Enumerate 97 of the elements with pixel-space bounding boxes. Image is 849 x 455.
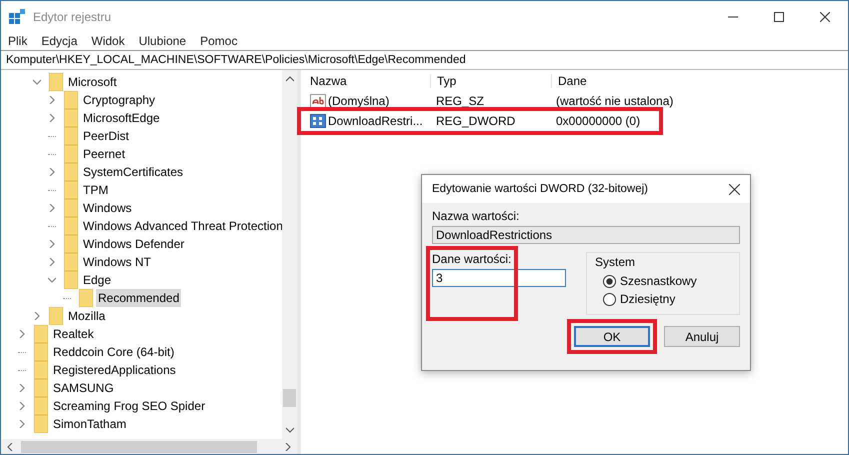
field-label: Dane wartości: [432,252,512,266]
group-title: System [595,255,636,269]
close-icon[interactable] [729,184,740,194]
value-row[interactable]: (Domyślna) REG_SZ (wartość nie ustalona) [307,92,848,110]
folder-icon [64,91,78,109]
value-data: (wartość nie ustalona) [556,94,674,108]
address-bar[interactable]: Komputer\HKEY_LOCAL_MACHINE\SOFTWARE\Policies\Microsoft\Edge\Recommended [1,50,848,70]
tree-item[interactable]: Reddcoin Core (64-bit) [51,343,176,361]
folder-icon [64,127,78,145]
tree-item[interactable]: SAMSUNG [51,379,116,397]
tree-item[interactable]: Screaming Frog SEO Spider [51,397,208,415]
folder-icon [34,343,48,361]
folder-icon [64,271,78,289]
tree-item[interactable]: Peernet [81,145,128,163]
radio-button[interactable] [603,274,616,288]
tree-item[interactable]: Edge [81,271,114,289]
radio-label[interactable]: Szesnastkowy [620,274,697,288]
value-type: REG_DWORD [436,114,516,128]
tree-item[interactable]: Windows [81,199,134,217]
window-title: Edytor rejestru [33,10,112,24]
tree-item[interactable]: Recommended [96,289,182,307]
field-label: Nazwa wartości: [432,209,520,223]
chevron-icon[interactable] [48,114,56,122]
tree-item[interactable]: MicrosoftEdge [81,109,162,127]
tree-item[interactable]: Microsoft [66,73,119,91]
tree-item[interactable]: Windows NT [81,253,154,271]
dialog-button[interactable]: OK [574,326,650,347]
scroll-up-icon[interactable] [286,76,294,82]
menu-item[interactable]: Pomoc [200,34,238,48]
folder-icon [64,235,78,253]
maximize-icon[interactable] [774,12,784,22]
tree-item[interactable]: RegisteredApplications [51,361,178,379]
scroll-left-icon[interactable] [7,442,13,450]
tree-item[interactable]: TPM [81,181,110,199]
chevron-icon[interactable] [48,168,56,176]
value-data: 0x00000000 (0) [556,114,640,128]
scrollbar-thumb[interactable] [283,389,296,407]
binary-value-icon [310,114,326,128]
menu-item[interactable]: Widok [91,34,125,48]
horizontal-scrollbar[interactable] [1,439,297,454]
folder-icon [34,379,48,397]
chevron-icon[interactable] [18,402,26,410]
menu-item[interactable]: Ulubione [138,34,186,48]
string-value-icon [310,94,326,108]
value-data-field[interactable]: 3 [432,269,566,287]
column-header[interactable]: Dane [558,74,587,88]
chevron-icon[interactable] [18,384,26,392]
menu-item[interactable]: Plik [8,34,28,48]
tree-item[interactable]: SimonTatham [51,415,128,433]
folder-icon [64,199,78,217]
value-name: DownloadRestri... [328,114,423,128]
folder-icon [64,181,78,199]
scroll-right-icon[interactable] [285,442,291,450]
value-name: (Domyślna) [328,94,390,108]
tree-item[interactable]: PeerDist [81,127,132,145]
chevron-icon[interactable] [33,312,41,320]
column-header[interactable]: Nazwa [307,74,431,88]
value-type: REG_SZ [436,94,486,108]
folder-icon [64,253,78,271]
column-header[interactable]: Typ [437,74,552,88]
value-name-field[interactable]: DownloadRestrictions [432,226,740,244]
chevron-icon[interactable] [48,258,56,266]
folder-icon [34,325,48,343]
folder-icon [49,73,63,91]
tree-item[interactable]: Mozilla [66,307,108,325]
chevron-icon[interactable] [48,276,56,284]
chevron-icon[interactable] [18,330,26,338]
folder-icon [64,217,78,235]
registry-icon [9,8,25,24]
folder-icon [34,415,48,433]
folder-icon [64,109,78,127]
scrollbar-thumb[interactable] [21,440,257,452]
dialog-title: Edytowanie wartości DWORD (32-bitowej) [432,183,648,195]
close-icon[interactable] [820,12,830,22]
vertical-scrollbar[interactable] [282,70,297,439]
radio-label[interactable]: Dziesiętny [620,292,676,306]
menu-item[interactable]: Edycja [41,34,78,48]
tree-item[interactable]: Windows Advanced Threat Protection [81,217,285,235]
folder-icon [79,289,93,307]
folder-icon [34,397,48,415]
highlighted-row[interactable]: DownloadRestri... REG_DWORD 0x00000000 (0) [302,112,658,130]
chevron-icon[interactable] [48,240,56,248]
chevron-icon[interactable] [48,204,56,212]
folder-icon [34,361,48,379]
chevron-icon[interactable] [48,96,56,104]
chevron-icon[interactable] [33,78,41,86]
folder-icon [49,307,63,325]
chevron-icon[interactable] [18,420,26,428]
tree-item[interactable]: Realtek [51,325,96,343]
scroll-down-icon[interactable] [286,427,294,433]
tree-item[interactable]: Windows Defender [81,235,186,253]
folder-icon [64,163,78,181]
dialog-button[interactable]: Anuluj [664,326,740,347]
radio-button[interactable] [603,292,616,306]
tree-item[interactable]: Cryptography [81,91,158,109]
tree-item[interactable]: SystemCertificates [81,163,186,181]
folder-icon [64,145,78,163]
